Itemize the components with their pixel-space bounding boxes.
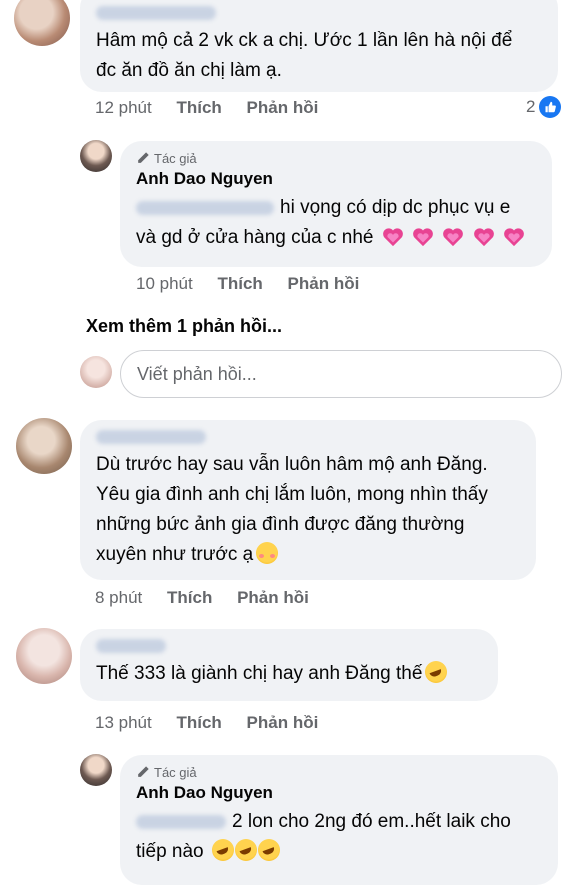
like-button[interactable]: Thích bbox=[176, 98, 221, 117]
reply-bubble: Tác giả Anh Dao Nguyen 2 lon cho 2ng đó … bbox=[120, 755, 558, 885]
reply-author[interactable]: Anh Dao Nguyen bbox=[136, 781, 542, 805]
reply-text: hi vọng có dịp dc phục vụ e và gd ở cửa … bbox=[136, 193, 536, 253]
rofl-emoji bbox=[234, 839, 257, 861]
comment-text: Dù trước hay sau vẫn luôn hâm mộ anh Đăn… bbox=[96, 454, 488, 565]
hearts-emoji-group bbox=[379, 227, 525, 248]
heart-emoji bbox=[504, 228, 524, 247]
avatar bbox=[80, 356, 112, 388]
comment-time[interactable]: 12 phút bbox=[95, 98, 152, 117]
comment-bubble: Hâm mộ cả 2 vk ck a chị. Ước 1 lần lên h… bbox=[80, 0, 558, 92]
reply-button[interactable]: Phản hồi bbox=[237, 588, 309, 607]
comment-author[interactable] bbox=[96, 637, 482, 659]
reply-input-placeholder: Viết phản hồi... bbox=[137, 363, 257, 384]
avatar[interactable] bbox=[80, 754, 112, 786]
heart-emoji bbox=[443, 228, 464, 247]
reaction-count[interactable]: 2 bbox=[526, 96, 562, 118]
heart-emoji bbox=[473, 228, 494, 247]
reply-button[interactable]: Phản hồi bbox=[247, 713, 319, 732]
smiling-hearts-emoji bbox=[256, 542, 279, 564]
heart-emoji bbox=[382, 228, 403, 247]
reply-actions: 10 phút Thích Phản hồi bbox=[136, 274, 379, 294]
comment-bubble: Dù trước hay sau vẫn luôn hâm mộ anh Đăn… bbox=[80, 420, 536, 580]
pencil-icon bbox=[138, 766, 149, 777]
rofl-emoji bbox=[425, 661, 448, 683]
comment-actions: 13 phút Thích Phản hồi bbox=[95, 713, 338, 733]
like-button[interactable]: Thích bbox=[176, 713, 221, 732]
reply-bubble: Tác giả Anh Dao Nguyen hi vọng có dịp dc… bbox=[120, 141, 552, 267]
author-badge: Tác giả bbox=[136, 763, 542, 781]
author-badge: Tác giả bbox=[136, 149, 536, 167]
heart-emoji bbox=[413, 228, 433, 247]
reply-time[interactable]: 10 phút bbox=[136, 274, 193, 293]
comment-author[interactable] bbox=[96, 4, 542, 26]
comment-time[interactable]: 8 phút bbox=[95, 588, 142, 607]
rofl-emoji bbox=[257, 839, 280, 861]
avatar[interactable] bbox=[16, 418, 72, 474]
reply-input-field[interactable]: Viết phản hồi... bbox=[120, 350, 562, 398]
comment-actions: 12 phút Thích Phản hồi bbox=[95, 98, 338, 118]
comment-time[interactable]: 13 phút bbox=[95, 713, 152, 732]
reply-button[interactable]: Phản hồi bbox=[288, 274, 360, 293]
reply-button[interactable]: Phản hồi bbox=[247, 98, 319, 117]
comment-author[interactable] bbox=[96, 428, 520, 450]
like-button[interactable]: Thích bbox=[217, 274, 262, 293]
comment-bubble: Thế 333 là giành chị hay anh Đăng thế bbox=[80, 629, 498, 701]
reply-author[interactable]: Anh Dao Nguyen bbox=[136, 167, 536, 191]
comment-actions: 8 phút Thích Phản hồi bbox=[95, 588, 329, 608]
view-more-replies-link[interactable]: Xem thêm 1 phản hồi... bbox=[86, 316, 282, 337]
avatar[interactable] bbox=[16, 628, 72, 684]
mention-link[interactable] bbox=[136, 200, 274, 215]
comment-text: Thế 333 là giành chị hay anh Đăng thế bbox=[96, 659, 482, 689]
reply-text: 2 lon cho 2ng đó em..hết laik cho tiếp n… bbox=[136, 811, 511, 862]
mention-link[interactable] bbox=[136, 814, 226, 829]
comment-text: Hâm mộ cả 2 vk ck a chị. Ước 1 lần lên h… bbox=[96, 30, 513, 81]
rofl-emoji bbox=[211, 839, 234, 861]
avatar[interactable] bbox=[14, 0, 70, 46]
like-button[interactable]: Thích bbox=[167, 588, 212, 607]
like-reaction-icon bbox=[539, 96, 562, 118]
avatar[interactable] bbox=[80, 140, 112, 172]
pencil-icon bbox=[138, 152, 149, 163]
